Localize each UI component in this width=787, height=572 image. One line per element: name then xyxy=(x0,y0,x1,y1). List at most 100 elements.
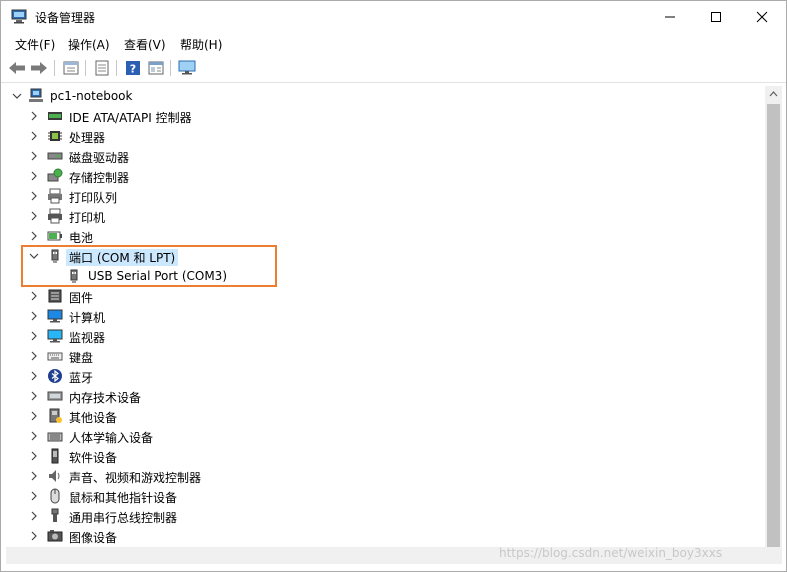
update-driver-button[interactable] xyxy=(92,58,112,78)
properties-button[interactable] xyxy=(61,58,81,78)
tree-item[interactable]: 监视器 xyxy=(6,326,765,346)
hid-icon xyxy=(47,432,63,442)
tree-item[interactable]: 处理器 xyxy=(6,126,765,146)
vertical-scroll-thumb[interactable] xyxy=(767,104,780,549)
scan-hardware-button[interactable] xyxy=(146,58,166,78)
chevron-right-icon[interactable] xyxy=(28,430,40,442)
chevron-right-icon[interactable] xyxy=(28,230,40,242)
tree-item-label: 图像设备 xyxy=(69,531,118,545)
scroll-up-arrow-icon[interactable] xyxy=(769,90,778,98)
minimize-button[interactable] xyxy=(647,1,693,32)
tree-item[interactable]: 人体学输入设备 xyxy=(6,426,765,446)
back-button[interactable] xyxy=(7,58,27,78)
chevron-right-icon[interactable] xyxy=(28,310,40,322)
toolbar-separator xyxy=(54,60,55,76)
display-icon xyxy=(178,60,196,75)
computer-root-icon xyxy=(29,88,43,102)
tree-item[interactable]: 其他设备 xyxy=(6,406,765,426)
sound-icon xyxy=(49,470,60,482)
firmware-icon xyxy=(48,289,62,303)
tree-item[interactable]: 固件 xyxy=(6,286,765,306)
imaging-device-icon xyxy=(47,530,63,542)
tree-item[interactable]: 内存技术设备 xyxy=(6,386,765,406)
chevron-right-icon[interactable] xyxy=(28,330,40,342)
toolbar-separator xyxy=(116,60,117,76)
help-button[interactable]: ? xyxy=(123,58,143,78)
chevron-right-icon[interactable] xyxy=(28,410,40,422)
chevron-right-icon[interactable] xyxy=(28,450,40,462)
tree-item-label: 监视器 xyxy=(69,331,106,345)
bluetooth-icon xyxy=(48,369,62,383)
tree-item[interactable]: 电池 xyxy=(6,226,765,246)
tree-item[interactable]: 声音、视频和游戏控制器 xyxy=(6,466,765,486)
chevron-right-icon[interactable] xyxy=(28,150,40,162)
disk-drive-icon xyxy=(47,152,63,160)
menu-help[interactable]: 帮助(H) xyxy=(180,36,222,53)
battery-icon xyxy=(47,231,62,241)
computer-icon xyxy=(47,309,63,323)
device-tree[interactable]: pc1-notebook IDE ATA/ATAPI 控制器 处理器 磁盘驱动器存储… xyxy=(6,86,765,547)
window-title: 设备管理器 xyxy=(35,11,96,25)
tree-item[interactable]: 磁盘驱动器 xyxy=(6,146,765,166)
chevron-right-icon[interactable] xyxy=(28,130,40,142)
close-button[interactable] xyxy=(739,1,785,32)
scan-icon xyxy=(148,61,164,75)
menu-bar: 文件(F) 操作(A) 查看(V) 帮助(H) xyxy=(1,32,786,54)
title-bar[interactable]: 设备管理器 xyxy=(1,1,786,32)
toolbar-separator xyxy=(85,60,86,76)
close-icon xyxy=(756,11,768,22)
chevron-right-icon[interactable] xyxy=(28,290,40,302)
processor-icon xyxy=(48,131,62,141)
tree-item[interactable]: 通用串行总线控制器 xyxy=(6,506,765,526)
toolbar: ? xyxy=(1,54,786,83)
chevron-right-icon[interactable] xyxy=(28,370,40,382)
tree-item[interactable]: 键盘 xyxy=(6,346,765,366)
vertical-scrollbar[interactable] xyxy=(765,86,782,549)
chevron-right-icon[interactable] xyxy=(28,350,40,362)
device-manager-app-icon xyxy=(11,9,27,24)
software-device-icon xyxy=(51,448,59,464)
mouse-icon xyxy=(50,488,60,504)
tree-item[interactable]: 打印队列 xyxy=(6,186,765,206)
tree-item[interactable]: 蓝牙 xyxy=(6,366,765,386)
maximize-button[interactable] xyxy=(693,1,739,32)
menu-view[interactable]: 查看(V) xyxy=(124,36,166,53)
other-devices-icon xyxy=(49,408,62,423)
tree-root[interactable]: pc1-notebook xyxy=(6,86,765,106)
menu-file[interactable]: 文件(F) xyxy=(15,36,55,53)
chevron-right-icon[interactable] xyxy=(28,510,40,522)
back-icon xyxy=(9,62,25,74)
tree-item-label: IDE ATA/ATAPI 控制器 xyxy=(69,111,192,125)
tree-item-label: 鼠标和其他指针设备 xyxy=(69,491,178,505)
tree-item[interactable]: 软件设备 xyxy=(6,446,765,466)
chevron-right-icon[interactable] xyxy=(28,210,40,222)
chevron-right-icon[interactable] xyxy=(28,170,40,182)
tree-item[interactable]: 鼠标和其他指针设备 xyxy=(6,486,765,506)
tree-item[interactable]: 存储控制器 xyxy=(6,166,765,186)
tree-item-label: 存储控制器 xyxy=(69,171,130,185)
tree-item-label: 声音、视频和游戏控制器 xyxy=(69,471,202,485)
chevron-right-icon[interactable] xyxy=(28,190,40,202)
menu-action[interactable]: 操作(A) xyxy=(68,36,110,53)
chevron-right-icon[interactable] xyxy=(28,490,40,502)
memory-device-icon xyxy=(47,391,63,401)
chevron-right-icon[interactable] xyxy=(28,530,40,542)
tree-item-label: 打印机 xyxy=(69,211,106,225)
chevron-right-icon[interactable] xyxy=(28,390,40,402)
forward-button[interactable] xyxy=(29,58,49,78)
tree-item[interactable]: 计算机 xyxy=(6,306,765,326)
tree-item-label: 其他设备 xyxy=(69,411,118,425)
chevron-right-icon[interactable] xyxy=(28,470,40,482)
display-button[interactable] xyxy=(177,58,197,78)
chevron-right-icon[interactable] xyxy=(28,110,40,122)
tree-item[interactable]: 图像设备 xyxy=(6,526,765,546)
highlight-annotation-box xyxy=(21,245,277,287)
forward-icon xyxy=(31,62,47,74)
printer-icon xyxy=(48,208,62,224)
tree-item[interactable]: IDE ATA/ATAPI 控制器 xyxy=(6,106,765,126)
tree-item-label: 蓝牙 xyxy=(69,371,94,385)
monitor-icon xyxy=(47,329,63,343)
tree-item-label: 计算机 xyxy=(69,311,106,325)
tree-item[interactable]: 打印机 xyxy=(6,206,765,226)
chevron-down-icon[interactable] xyxy=(11,90,23,102)
